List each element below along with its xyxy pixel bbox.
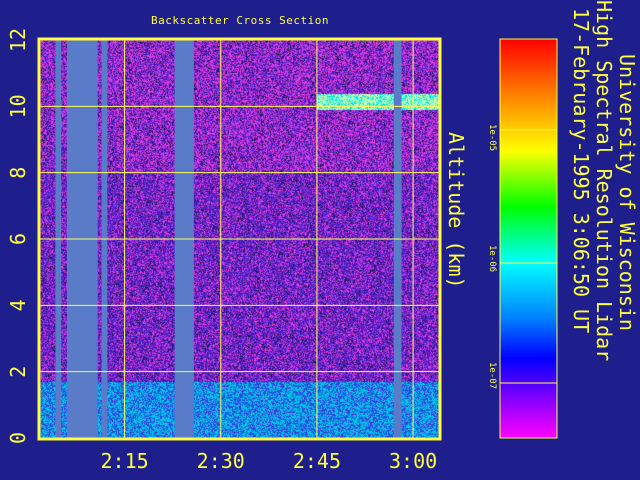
chart-title: Backscatter Cross Section — [150, 14, 330, 27]
y-tick-label-2: 2 — [6, 366, 30, 378]
colorbar-tick-1e-07: 1e-07 — [487, 362, 497, 390]
y-tick-label-8: 8 — [6, 167, 30, 179]
y-tick-label-0: 0 — [6, 432, 30, 444]
y-tick-label-10: 10 — [6, 94, 30, 118]
colorbar-tick-1e-06: 1e-06 — [487, 245, 497, 273]
x-tick-label-3: 3:00 — [389, 449, 437, 473]
y-axis-label: Altitude (km) — [444, 132, 468, 289]
colorbar-tick-1e-05: 1e-05 — [487, 124, 497, 152]
x-tick-label-1: 2:30 — [197, 449, 245, 473]
y-tick-label-12: 12 — [6, 28, 30, 52]
backscatter-chart: 0 2 4 6 8 10 12 2:15 2:30 2:45 3:00 — [6, 28, 558, 473]
y-axis-ticks: 0 2 4 6 8 10 12 — [6, 28, 30, 444]
y-tick-label-4: 4 — [6, 299, 30, 311]
date-time-label: 17-February-1995 3:06:50 UT — [569, 8, 593, 334]
y-tick-label-6: 6 — [6, 233, 30, 245]
institution-label: University of Wisconsin — [615, 54, 639, 331]
x-tick-label-0: 2:15 — [101, 449, 149, 473]
instrument-label: High Spectral Resolution Lidar — [592, 0, 616, 362]
x-tick-label-2: 2:45 — [293, 449, 341, 473]
x-axis-ticks: 2:15 2:30 2:45 3:00 — [101, 449, 438, 473]
colorbar — [499, 38, 558, 439]
